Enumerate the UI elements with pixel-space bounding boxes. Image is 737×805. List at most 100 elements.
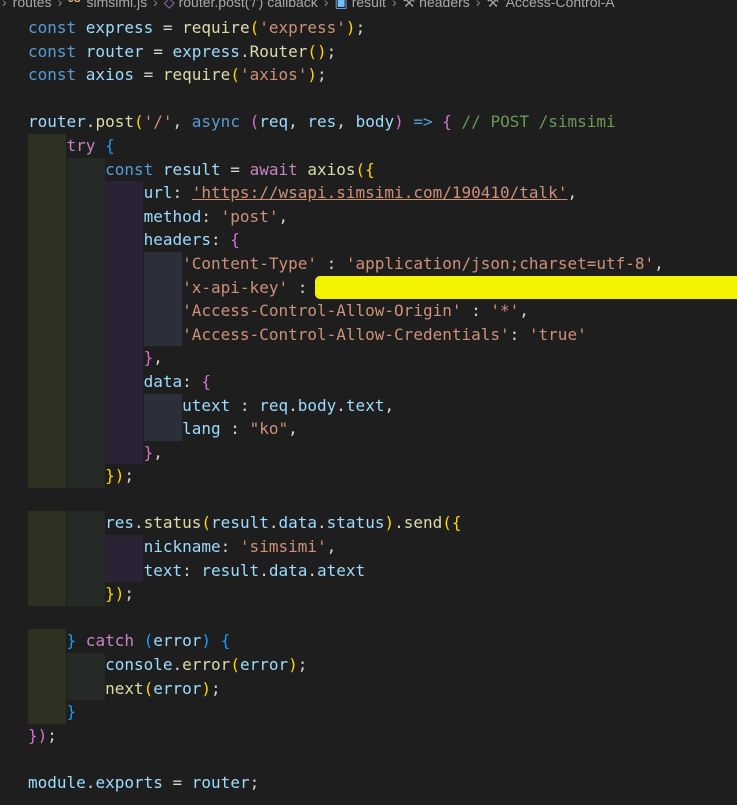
code-line[interactable]: headers: { (0, 228, 737, 252)
code-line[interactable]: next(error); (0, 676, 737, 701)
breadcrumb-label: 'Access-Control-A (503, 0, 615, 10)
code-token: router (85, 41, 144, 61)
code-line[interactable]: }); (0, 724, 737, 748)
code-token: : (461, 301, 491, 321)
code-token: const (28, 18, 86, 37)
code-token: = (220, 159, 250, 179)
code-token: url (143, 183, 173, 203)
code-line[interactable]: const axios = require('axios'); (0, 63, 737, 87)
code-line[interactable]: 'Content-Type' : 'application/json;chars… (0, 251, 737, 276)
code-token: }) (105, 466, 125, 486)
breadcrumb: › routes › JS simsimi.js › ◇router.post('/') c… (0, 0, 737, 12)
breadcrumb-item[interactable]: ⚒ headers (403, 0, 470, 11)
code-token: }) (105, 584, 125, 604)
code-line[interactable] (0, 606, 737, 630)
code-line[interactable]: lang : "ko", (0, 417, 737, 441)
code-token: = (162, 773, 192, 792)
chevron-right-icon: › (391, 0, 397, 10)
code-line[interactable]: }, (0, 346, 737, 370)
code-line[interactable]: } (0, 700, 737, 724)
code-editor[interactable]: const express = require('express'); const… (0, 16, 737, 795)
code-token: atext (317, 560, 366, 580)
code-token: ) (345, 18, 356, 37)
code-token: method (143, 206, 202, 226)
code-line[interactable]: text: result.data.atext (0, 558, 737, 583)
code-line[interactable]: const express = require('express'); (0, 16, 737, 40)
code-token: , (336, 112, 356, 132)
wrench-icon: ⚒ (402, 0, 416, 10)
code-line[interactable]: }); (0, 464, 737, 488)
code-line[interactable]: }, (0, 440, 737, 465)
variable-icon: ▣ (334, 0, 348, 10)
code-line[interactable]: data: { (0, 369, 737, 394)
code-token: // POST /simsimi (451, 112, 616, 132)
code-line[interactable]: const result = await axios({ (0, 157, 737, 182)
code-token: . (288, 395, 298, 415)
code-token: send (403, 513, 443, 533)
code-token: axios (85, 65, 134, 85)
breadcrumb-item[interactable]: ⚒ 'Access-Control-A (486, 0, 614, 11)
code-token: . (394, 513, 404, 533)
code-token: ; (249, 773, 260, 792)
code-token: ( (249, 18, 260, 37)
code-token: const (105, 159, 163, 179)
breadcrumb-item[interactable]: JS simsimi.js (68, 0, 147, 10)
code-line[interactable]: method: 'post', (0, 204, 737, 229)
code-line[interactable]: console.error(error); (0, 653, 737, 677)
code-token: 'axios' (239, 65, 308, 85)
code-token: axios (307, 159, 356, 179)
code-token: 'Access-Control-Allow-Origin' (182, 301, 462, 321)
breadcrumb-item[interactable]: ◇ router.post('/') callback (164, 0, 318, 11)
code-line[interactable]: }); (0, 582, 737, 606)
breadcrumb-label: result (351, 0, 386, 10)
code-token: router (191, 773, 250, 792)
code-line[interactable]: 'x-api-key' : 'K■■■■■■■■■■■■■■■■■■■■■■■■… (0, 275, 737, 300)
code-token: ; (317, 65, 327, 85)
code-token: ; (124, 466, 134, 486)
code-line[interactable]: try { (0, 133, 737, 158)
code-token: : (211, 230, 231, 250)
code-token: { (230, 230, 240, 250)
code-line[interactable]: 'Access-Control-Allow-Credentials': 'tru… (0, 322, 737, 347)
code-token: error (182, 655, 231, 675)
code-line[interactable]: module.exports = router; (0, 771, 737, 795)
code-line[interactable]: url: 'https://wsapi.simsimi.com/190410/t… (0, 181, 737, 205)
code-token: . (259, 560, 269, 580)
code-token: { (201, 371, 212, 391)
code-line[interactable] (0, 87, 737, 111)
code-token: ( (143, 631, 154, 651)
code-token: const (28, 65, 86, 85)
code-token: : (201, 206, 221, 226)
code-token: : (220, 419, 250, 439)
code-line[interactable] (0, 747, 737, 771)
code-line[interactable]: 'Access-Control-Allow-Origin' : '*', (0, 299, 737, 323)
breadcrumb-item[interactable]: ▣ result (334, 0, 385, 11)
code-token: ) (201, 631, 212, 651)
code-token: , (519, 301, 529, 321)
code-token: , (654, 253, 664, 273)
code-token: ) (307, 65, 318, 85)
code-line[interactable]: nickname: 'simsimi', (0, 535, 737, 559)
code-token: body (355, 112, 395, 132)
code-token: require (182, 18, 250, 37)
code-line[interactable]: } catch (error) { (0, 629, 737, 654)
code-line[interactable]: router.post('/', async (req, res, body) … (0, 110, 737, 134)
code-token: ({ (355, 159, 375, 179)
code-token: 'Content-Type' (182, 253, 317, 273)
code-line[interactable]: const router = express.Router(); (0, 40, 737, 64)
code-token: : (182, 371, 202, 391)
code-token: : (230, 395, 260, 415)
breadcrumb-item[interactable]: routes (13, 0, 52, 10)
code-line[interactable] (0, 488, 737, 512)
code-line[interactable]: utext : req.body.text, (0, 393, 737, 418)
code-line[interactable]: res.status(result.data.status).send({ (0, 511, 737, 536)
